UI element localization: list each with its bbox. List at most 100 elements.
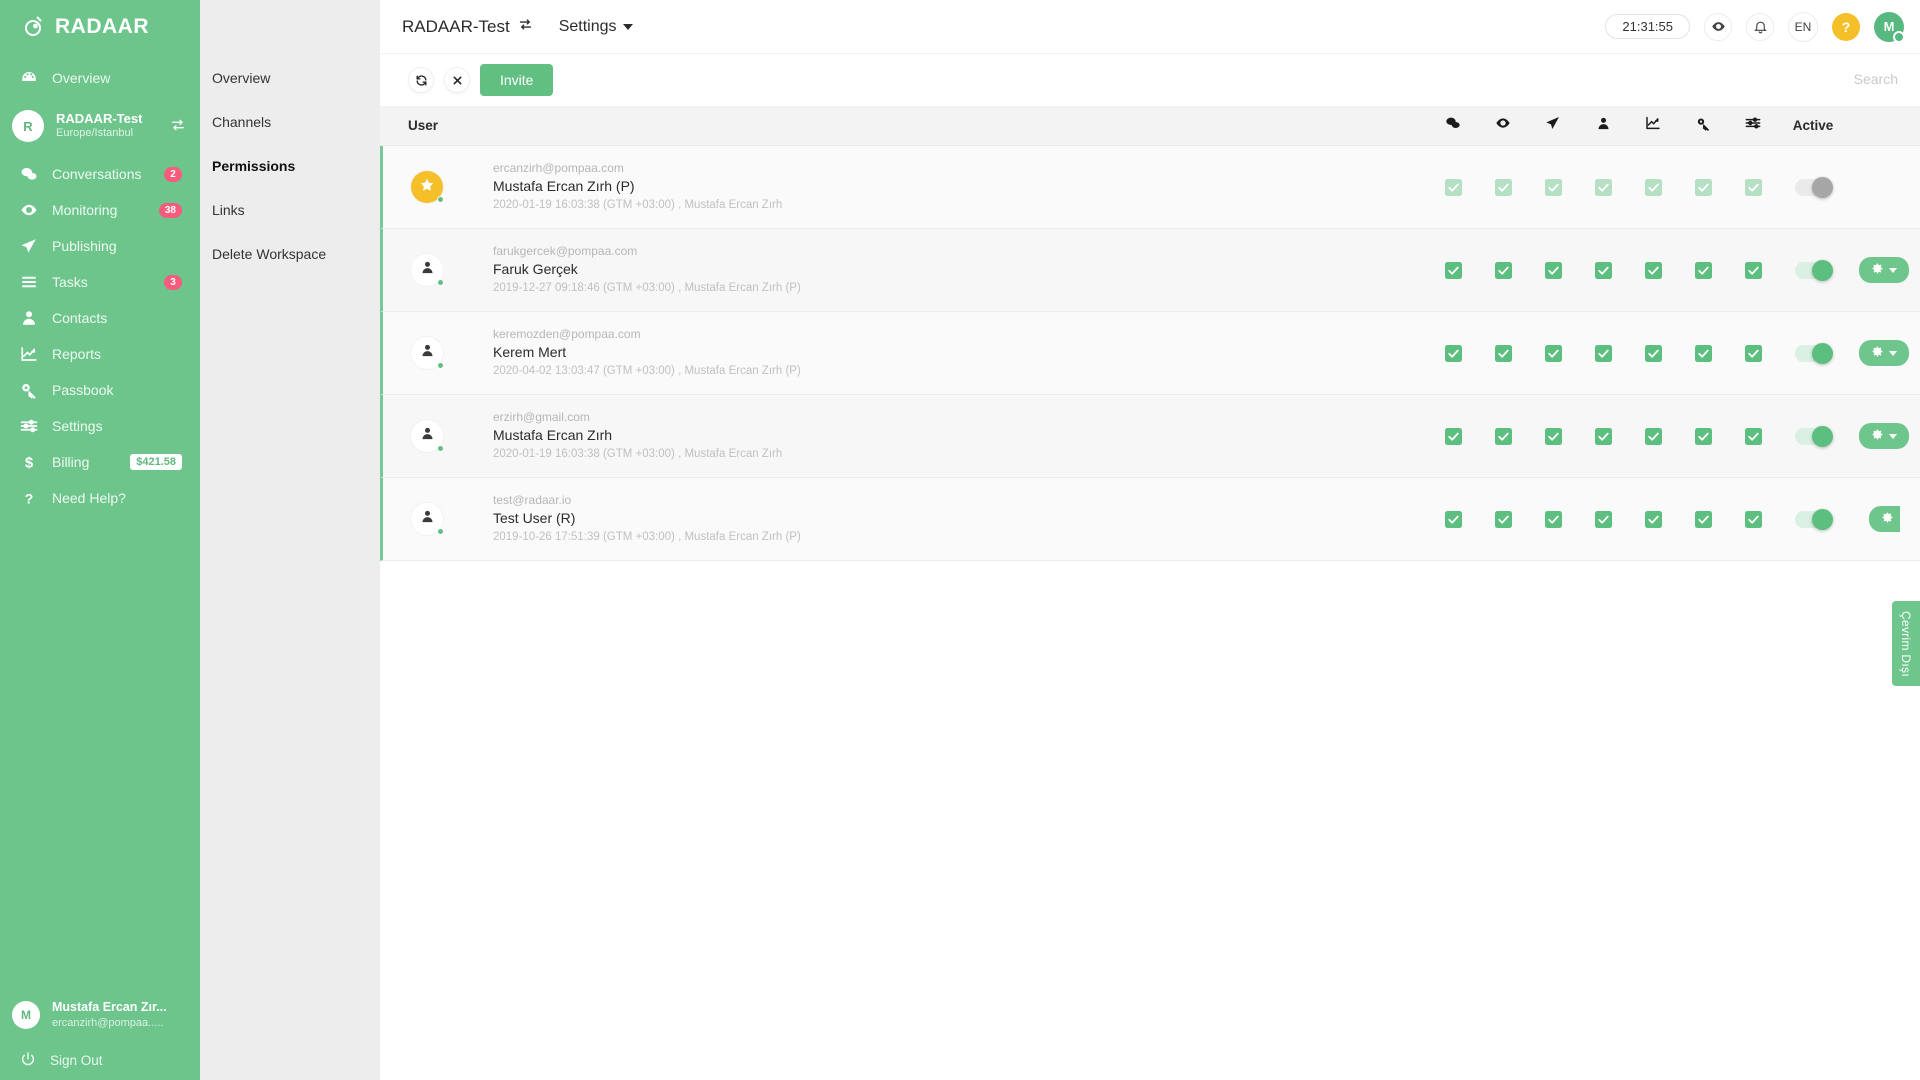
permission-checkbox-monitoring[interactable] — [1494, 427, 1512, 445]
permission-checkbox-passbook[interactable] — [1694, 344, 1712, 362]
permission-checkbox-monitoring[interactable] — [1494, 344, 1512, 362]
sidebar-item-billing[interactable]: $ Billing $421.58 — [0, 444, 200, 480]
permission-checkbox-passbook[interactable] — [1694, 510, 1712, 528]
permission-checkbox-monitoring[interactable] — [1494, 510, 1512, 528]
language-selector[interactable]: EN — [1788, 11, 1818, 42]
active-toggle[interactable] — [1795, 342, 1833, 364]
permission-checkbox-passbook[interactable] — [1694, 427, 1712, 445]
help-button[interactable]: ? — [1832, 12, 1860, 41]
eye-icon[interactable] — [1704, 12, 1732, 41]
invite-button[interactable]: Invite — [480, 64, 554, 96]
row-settings-dropdown-button[interactable] — [1859, 340, 1909, 366]
brand[interactable]: RADAAR — [0, 0, 200, 54]
active-toggle[interactable] — [1795, 425, 1833, 447]
permission-checkbox-settings[interactable] — [1744, 344, 1762, 362]
subnav-item-permissions[interactable]: Permissions — [200, 150, 380, 182]
avatar[interactable]: M — [1874, 11, 1905, 43]
avatar — [411, 420, 444, 452]
table-row[interactable]: keremozden@pompaa.com Kerem Mert 2020-04-0… — [380, 312, 1920, 395]
sidebar-item-publishing[interactable]: Publishing — [0, 228, 200, 264]
row-user-cell: farukgercek@pompaa.com Faruk Gerçek 2019-1… — [487, 243, 1428, 296]
question-icon: ? — [20, 489, 38, 507]
permission-checkbox-conversations[interactable] — [1444, 510, 1462, 528]
permission-checkbox-reports[interactable] — [1644, 510, 1662, 528]
sidebar-item-reports[interactable]: Reports — [0, 336, 200, 372]
subnav-item-links[interactable]: Links — [200, 194, 380, 226]
sidebar-item-monitoring[interactable]: Monitoring 38 — [0, 192, 200, 228]
table-row[interactable]: ercanzirh@pompaa.com Mustafa Ercan Zırh (… — [380, 146, 1920, 229]
swap-icon[interactable] — [170, 117, 186, 136]
row-settings-dropdown-button[interactable] — [1859, 257, 1909, 283]
refresh-icon[interactable] — [408, 67, 434, 93]
sidebar-item-label: Passbook — [52, 382, 114, 398]
permission-checkbox-settings[interactable] — [1744, 261, 1762, 279]
sidebar-badge: 2 — [164, 166, 182, 182]
sidebar-item-tasks[interactable]: Tasks 3 — [0, 264, 200, 300]
workspace-switcher[interactable]: R RADAAR-Test Europe/Istanbul — [0, 102, 200, 150]
sign-out-button[interactable]: Sign Out — [0, 1040, 200, 1080]
permission-checkbox-conversations[interactable] — [1444, 427, 1462, 445]
permission-checkbox-reports[interactable] — [1644, 344, 1662, 362]
permission-checkbox-publishing[interactable] — [1544, 510, 1562, 528]
sidebar-item-overview[interactable]: Overview — [0, 60, 200, 96]
permission-checkbox-monitoring[interactable] — [1494, 261, 1512, 279]
permission-checkbox-contacts[interactable] — [1594, 344, 1612, 362]
permission-checkbox-publishing[interactable] — [1544, 427, 1562, 445]
row-user-cell: test@radaar.io Test User (R) 2019-10-26 17… — [487, 492, 1428, 545]
table-row[interactable]: farukgercek@pompaa.com Faruk Gerçek 2019-1… — [380, 229, 1920, 312]
subnav-item-delete-workspace[interactable]: Delete Workspace — [200, 238, 380, 270]
workspace-title-button[interactable]: RADAAR-Test — [402, 17, 533, 37]
permission-checkbox-reports[interactable] — [1644, 427, 1662, 445]
permission-cell-passbook — [1678, 178, 1728, 196]
close-icon[interactable] — [444, 67, 470, 93]
online-status-dot — [437, 445, 444, 452]
permission-cell-passbook — [1678, 261, 1728, 279]
person-icon — [20, 309, 38, 327]
table-row[interactable]: test@radaar.io Test User (R) 2019-10-26 17… — [380, 478, 1920, 561]
permission-checkbox-conversations[interactable] — [1444, 344, 1462, 362]
permission-checkbox-publishing[interactable] — [1544, 261, 1562, 279]
permission-checkbox-contacts[interactable] — [1594, 261, 1612, 279]
sidebar-item-label: Tasks — [52, 274, 88, 290]
row-user-email: test@radaar.io — [493, 493, 572, 508]
permission-checkbox-reports[interactable] — [1644, 261, 1662, 279]
permission-cell-passbook — [1678, 510, 1728, 528]
settings-menu-dropdown[interactable]: Settings — [559, 18, 633, 36]
list-icon — [20, 273, 38, 291]
subnav-item-overview[interactable]: Overview — [200, 62, 380, 94]
chevron-down-icon — [1889, 267, 1897, 273]
permission-checkbox-publishing[interactable] — [1544, 344, 1562, 362]
permission-cell-publishing — [1528, 510, 1578, 528]
permission-checkbox-conversations[interactable] — [1444, 261, 1462, 279]
sidebar-item-label: Publishing — [52, 238, 117, 254]
row-settings-dropdown-button[interactable] — [1859, 423, 1909, 449]
gear-icon — [1871, 345, 1884, 361]
sliders-icon — [20, 417, 38, 435]
permission-checkbox-contacts[interactable] — [1594, 427, 1612, 445]
offline-side-tab[interactable]: Çevrim Dışı — [1892, 601, 1920, 686]
online-status-dot — [437, 279, 444, 286]
sidebar-item-conversations[interactable]: Conversations 2 — [0, 156, 200, 192]
subnav-item-channels[interactable]: Channels — [200, 106, 380, 138]
permission-checkbox-conversations — [1444, 178, 1462, 196]
table-row[interactable]: erzirh@gmail.com Mustafa Ercan Zırh 2020-0… — [380, 395, 1920, 478]
permission-checkbox-settings[interactable] — [1744, 510, 1762, 528]
sidebar-item-contacts[interactable]: Contacts — [0, 300, 200, 336]
permission-checkbox-settings[interactable] — [1744, 427, 1762, 445]
search-input[interactable] — [1698, 71, 1898, 87]
row-avatar-cell — [411, 337, 487, 369]
row-settings-dropdown-button[interactable] — [1868, 506, 1900, 532]
sidebar-item-need-help[interactable]: ? Need Help? — [0, 480, 200, 516]
sidebar-item-settings[interactable]: Settings — [0, 408, 200, 444]
permission-checkbox-contacts[interactable] — [1594, 510, 1612, 528]
toggle-knob — [1812, 508, 1833, 530]
active-toggle[interactable] — [1795, 508, 1833, 530]
user-profile[interactable]: M Mustafa Ercan Zır... ercanzirh@pompaa.… — [0, 989, 200, 1040]
permission-checkbox-passbook[interactable] — [1694, 261, 1712, 279]
active-toggle[interactable] — [1795, 259, 1833, 281]
bell-icon[interactable] — [1746, 12, 1774, 41]
header-col-passbook — [1678, 116, 1728, 136]
sidebar-item-passbook[interactable]: Passbook — [0, 372, 200, 408]
person-icon — [1596, 116, 1611, 136]
